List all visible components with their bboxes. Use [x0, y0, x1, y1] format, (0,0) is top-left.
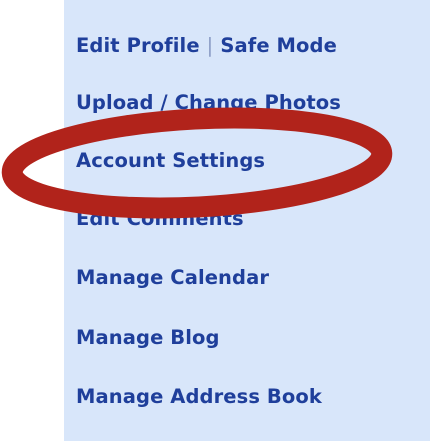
- edit-comments-link[interactable]: Edit Comments: [76, 207, 244, 230]
- menu-item-upload-photos: Upload / Change Photos: [76, 93, 341, 113]
- account-settings-link[interactable]: Account Settings: [76, 149, 265, 172]
- menu-item-edit-profile-row: Edit Profile | Safe Mode: [76, 36, 337, 56]
- menu-item-manage-address-book: Manage Address Book: [76, 387, 322, 407]
- safe-mode-link[interactable]: Safe Mode: [220, 34, 337, 57]
- manage-calendar-link[interactable]: Manage Calendar: [76, 266, 269, 289]
- menu-item-manage-calendar: Manage Calendar: [76, 268, 269, 288]
- edit-profile-link[interactable]: Edit Profile: [76, 34, 200, 57]
- menu-item-manage-blog: Manage Blog: [76, 328, 220, 348]
- menu-item-account-settings: Account Settings: [76, 151, 265, 171]
- manage-address-book-link[interactable]: Manage Address Book: [76, 385, 322, 408]
- menu-item-edit-comments: Edit Comments: [76, 209, 244, 229]
- link-separator: |: [206, 34, 214, 57]
- manage-blog-link[interactable]: Manage Blog: [76, 326, 220, 349]
- upload-change-photos-link[interactable]: Upload / Change Photos: [76, 91, 341, 114]
